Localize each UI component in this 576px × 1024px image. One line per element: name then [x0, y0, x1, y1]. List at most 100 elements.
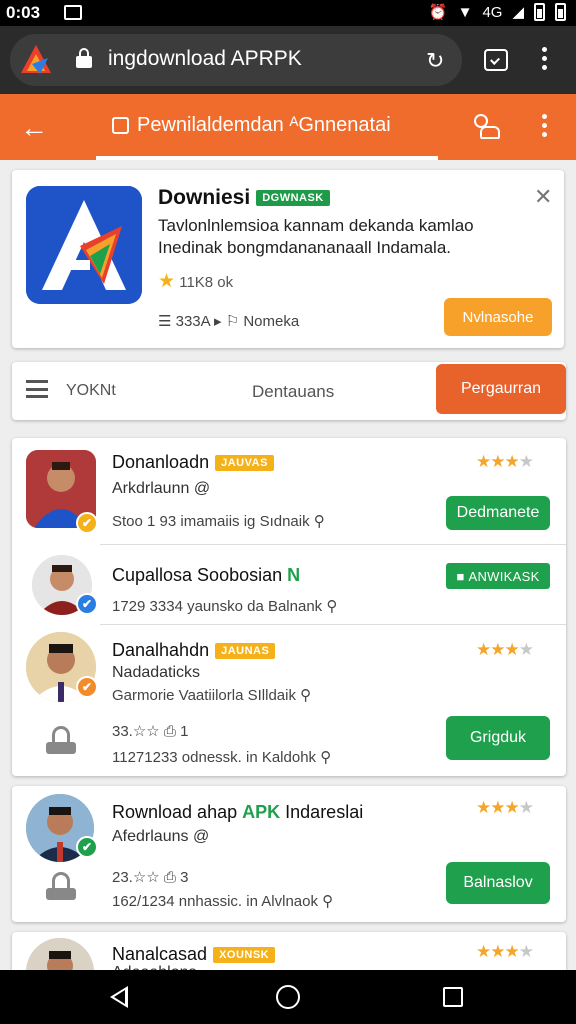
item-action-button[interactable]: Balnaslov: [446, 862, 550, 904]
item-stats: Stoo 1 93 imamaiis ig Sıdnaik ⚲: [112, 512, 325, 530]
system-nav-bar: [0, 970, 576, 1024]
tab-switcher-icon[interactable]: [484, 49, 508, 71]
item-action-button[interactable]: Dedmanete: [446, 496, 550, 530]
address-bar[interactable]: ingdownload APRPK ↻: [10, 34, 462, 86]
at-icon: @: [193, 480, 211, 497]
at-icon: @: [192, 828, 210, 845]
item-stats-text: 1729 3334 yaunsko da Balnank: [112, 598, 323, 615]
featured-description: Tavlonlnlemsioa kannam dekanda kamlao In…: [158, 216, 474, 257]
filter-action-button[interactable]: Pergaurran: [436, 364, 566, 414]
signal-label: 4G: [482, 3, 503, 21]
featured-title-text: Downiesi: [158, 186, 251, 209]
rating-stars: ★★★★: [476, 942, 534, 961]
item-name: Donanloadn: [112, 452, 210, 472]
item-extra: 23.☆☆ ⎙ 3: [112, 869, 189, 886]
item-stats: Garmorie Vaatiilorla SIlldaik ⚲: [112, 686, 311, 704]
featured-rating: ★ 11K8 ok: [158, 270, 233, 293]
verified-badge-icon: ✔: [76, 676, 98, 698]
list-item[interactable]: ✔ Cupallosa Soobosian N 1729 3334 yaunsk…: [12, 545, 566, 625]
url-text: ingdownload APRPK: [108, 47, 302, 70]
item-stats-text: Stoo 1 93 imamaiis ig Sıdnaik: [112, 513, 310, 530]
header-menu-icon[interactable]: [542, 114, 548, 137]
pin-icon: ⚲: [320, 749, 332, 766]
pin-icon: ⚲: [326, 598, 338, 615]
item-title: Rownload ahap APK Indareslai: [112, 802, 363, 823]
item-stats: 1729 3334 yaunsko da Balnank ⚲: [112, 597, 337, 615]
verified-badge-icon: ✔: [76, 836, 98, 858]
item-subtitle: Nadadaticks: [112, 664, 201, 681]
featured-meta: ☰ 333A ▸ ⚐ Nomeka: [158, 312, 299, 330]
featured-install-button[interactable]: Nvlnasohe: [444, 298, 552, 336]
pin-icon: ⚲: [300, 687, 312, 704]
rating-stars: ★★★★: [476, 452, 534, 471]
item-badge-button[interactable]: ■ ANWIKASK: [446, 563, 550, 589]
item-name: Cupallosa Soobosian: [112, 565, 283, 585]
account-icon[interactable]: [472, 112, 502, 142]
featured-title: Downiesi DGWNASK: [158, 186, 330, 210]
item-name-suffix: Indareslai: [285, 802, 364, 822]
battery-icon: [534, 3, 545, 21]
site-favicon-icon: [21, 45, 51, 74]
back-arrow-icon[interactable]: ←: [20, 112, 48, 144]
featured-app-card: Downiesi DGWNASK Tavlonlnlemsioa kannam d…: [12, 170, 564, 348]
app-list-card: ✔ Donanloadn JAUVAS Arkdrlaunn @ Stoo 1 9…: [12, 438, 566, 776]
header-title: Pewnilaldemdan ᴬGnnenatai: [112, 114, 391, 137]
user-placeholder-icon: [46, 726, 76, 756]
featured-badge: DGWNASK: [256, 190, 330, 207]
item-extra-2-text: 162/1234 nnhassic. in Alvlnaok: [112, 893, 318, 910]
alarm-icon: ⏰: [428, 4, 448, 21]
divider: [100, 624, 566, 625]
hamburger-menu-icon[interactable]: [26, 380, 48, 398]
signal-icon: ◢: [512, 4, 524, 21]
item-extra-2-text: 11271233 odnessk. in Kaldohk: [112, 749, 317, 766]
verified-badge-icon: ✔: [76, 593, 98, 615]
user-placeholder-icon: [46, 872, 76, 902]
close-icon[interactable]: ✕: [534, 184, 552, 210]
list-item[interactable]: ✔ Rownload ahap APK Indareslai Afedrlaun…: [12, 786, 566, 922]
item-title: Nanalcasad XOUNSK: [112, 944, 276, 965]
featured-meta-right: Nomeka: [243, 313, 300, 330]
status-time: 0:03: [6, 3, 41, 22]
pin-icon: ⚲: [322, 893, 334, 910]
verified-badge-icon: ✔: [76, 512, 98, 534]
checkbox-icon: [112, 117, 129, 134]
item-stats-text: Garmorie Vaatiilorla SIlldaik: [112, 687, 296, 704]
item-badge: JAUVAS: [215, 455, 274, 472]
nav-home-icon[interactable]: [276, 985, 300, 1009]
app-logo-icon: [26, 186, 142, 304]
nav-recents-icon[interactable]: [443, 987, 463, 1007]
item-action-button[interactable]: Grigduk: [446, 716, 550, 760]
item-name-prefix: Rownload ahap: [112, 802, 238, 822]
filter-center-label[interactable]: Dentauans: [252, 382, 334, 402]
badge-square-icon: ■: [456, 568, 469, 584]
status-icons: ⏰ ▼ 4G ◢: [429, 3, 566, 21]
item-sub-text: Arkdrlaunn: [112, 480, 190, 497]
tab-indicator: [96, 156, 438, 160]
item-subtitle: Arkdrlaunn @: [112, 480, 210, 498]
reload-icon[interactable]: ↻: [426, 48, 444, 74]
browser-menu-icon[interactable]: [542, 47, 548, 70]
list-item[interactable]: ✔ Danalhahdn JAUNAS Nadadaticks Garmorie …: [12, 626, 566, 776]
item-name: Danalhahdn: [112, 640, 210, 660]
battery-icon-2: [555, 3, 566, 21]
rating-stars: ★★★★: [476, 640, 534, 659]
featured-meta-left: 333A: [175, 313, 210, 330]
app-header: ← Pewnilaldemdan ᴬGnnenatai: [0, 94, 576, 160]
item-subtitle: Afedrlauns @: [112, 828, 209, 846]
nav-back-icon[interactable]: [110, 986, 128, 1008]
list-item[interactable]: ✔ Donanloadn JAUVAS Arkdrlaunn @ Stoo 1 9…: [12, 438, 566, 544]
star-icon: ★: [158, 271, 176, 292]
lock-icon: [76, 48, 92, 70]
list-icon: ☰: [158, 313, 172, 330]
pin-icon: ⚲: [313, 513, 325, 530]
item-title: Donanloadn JAUVAS: [112, 452, 274, 473]
filter-left-label[interactable]: YOKNt: [66, 382, 116, 400]
item-badge-text: ANWIKASK: [468, 568, 540, 584]
item-title: Cupallosa Soobosian N: [112, 565, 300, 586]
item-extra: 33.☆☆ ⎙ 1: [112, 723, 189, 740]
featured-app-logo[interactable]: [26, 186, 142, 304]
dot-separator: ▸: [214, 313, 226, 330]
item-title: Danalhahdn JAUNAS: [112, 640, 276, 661]
item-sub-text: Afedrlauns: [112, 828, 189, 845]
item-badge: XOUNSK: [213, 947, 276, 964]
